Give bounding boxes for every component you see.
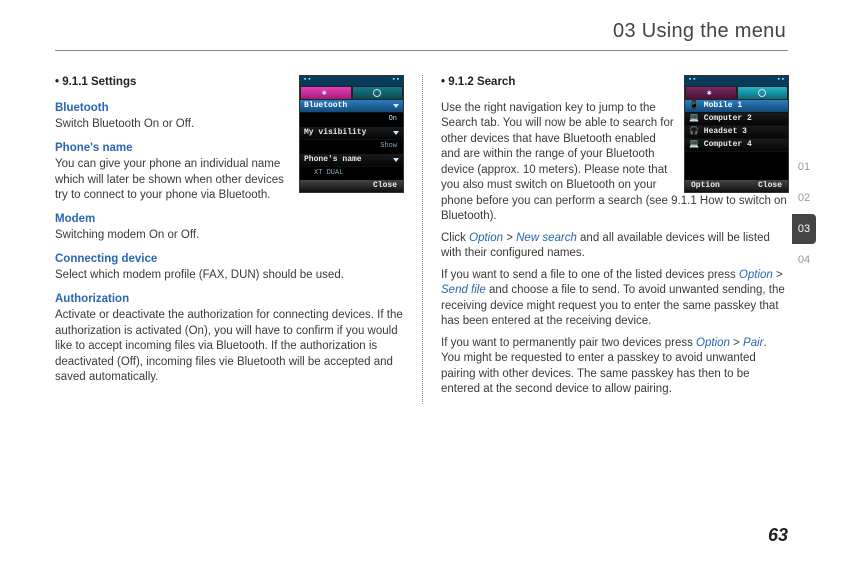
screenshot-value-show: Show — [300, 140, 403, 154]
device-row-2: 💻 Computer 2 — [685, 113, 788, 126]
head-connecting-device: Connecting device — [55, 252, 404, 268]
screenshot-value-xtdual: XT DUAL — [300, 167, 403, 181]
option-link: Option — [469, 232, 503, 244]
page-content: ▪▪▪▪ ✱ Bluetooth On My visibility Show P… — [55, 75, 789, 404]
chapter-tab-01[interactable]: 01 — [792, 152, 816, 182]
softkey-left: Option — [691, 181, 720, 192]
softkey-right: Close — [373, 181, 397, 192]
device-row-1: 📱 Mobile 1 — [685, 100, 788, 113]
screenshot-row-phonename: Phone's name — [300, 154, 403, 167]
search-tab-icon — [737, 86, 789, 100]
chapter-tab-03[interactable]: 03 — [792, 214, 816, 244]
option-link: Option — [696, 337, 730, 349]
left-column: ▪▪▪▪ ✱ Bluetooth On My visibility Show P… — [55, 75, 422, 404]
bluetooth-tab-icon: ✱ — [300, 86, 352, 100]
send-file-link: Send file — [441, 284, 486, 296]
search-screenshot: ▪▪▪▪ ✱ 📱 Mobile 1 💻 Computer 2 🎧 Headset… — [684, 75, 789, 193]
body-authorization: Activate or deactivate the authorization… — [55, 308, 404, 386]
screenshot-value-on: On — [300, 113, 403, 127]
chapter-tab-04[interactable]: 04 — [792, 245, 816, 275]
body-connecting-device: Select which modem profile (FAX, DUN) sh… — [55, 268, 404, 284]
chapter-tab-02[interactable]: 02 — [792, 183, 816, 213]
chapter-header: 03 Using the menu — [613, 18, 786, 45]
chapter-tabs: 01 02 03 04 — [792, 152, 816, 276]
head-authorization: Authorization — [55, 292, 404, 308]
head-modem: Modem — [55, 212, 404, 228]
settings-screenshot: ▪▪▪▪ ✱ Bluetooth On My visibility Show P… — [299, 75, 404, 193]
body-modem: Switching modem On or Off. — [55, 228, 404, 244]
bluetooth-tab-icon: ✱ — [685, 86, 737, 100]
header-rule — [55, 50, 788, 51]
search-tab-icon — [352, 86, 404, 100]
screenshot-row-visibility: My visibility — [300, 127, 403, 140]
device-row-3: 🎧 Headset 3 — [685, 126, 788, 139]
screenshot-row-bluetooth: Bluetooth — [300, 100, 403, 113]
right-column: ▪▪▪▪ ✱ 📱 Mobile 1 💻 Computer 2 🎧 Headset… — [422, 75, 789, 404]
softkey-right: Close — [758, 181, 782, 192]
device-row-4: 💻 Computer 4 — [685, 139, 788, 152]
search-p4: If you want to permanently pair two devi… — [441, 336, 789, 398]
option-link: Option — [739, 269, 773, 281]
pair-link: Pair — [743, 337, 763, 349]
new-search-link: New search — [516, 232, 577, 244]
search-p3: If you want to send a file to one of the… — [441, 268, 789, 330]
page-number: 63 — [768, 523, 788, 547]
search-p2: Click Option > New search and all availa… — [441, 231, 789, 262]
